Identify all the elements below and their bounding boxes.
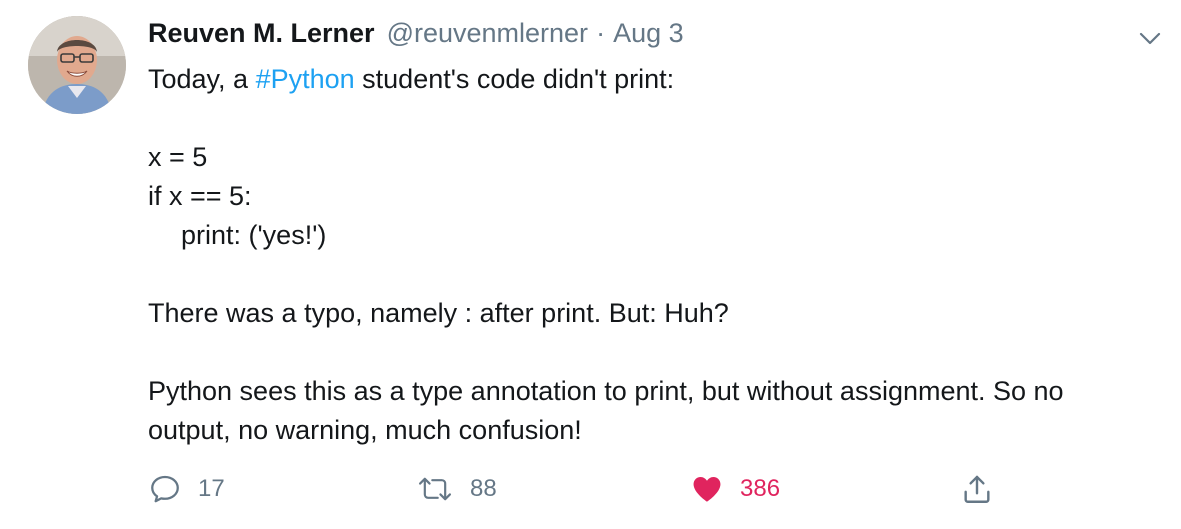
tweet-header: Reuven M. Lerner @reuvenmlerner · Aug 3 xyxy=(148,18,684,54)
reply-icon xyxy=(151,475,179,503)
author-handle[interactable]: @reuvenmlerner xyxy=(387,18,589,49)
heart-icon xyxy=(693,476,721,502)
share-icon xyxy=(964,475,990,503)
reply-count: 17 xyxy=(198,475,225,502)
code-line: print: ('yes!') xyxy=(181,220,327,250)
avatar-image xyxy=(28,16,126,114)
code-line: x = 5 xyxy=(148,142,208,172)
reply-button[interactable]: 17 xyxy=(148,468,225,510)
retweet-button[interactable]: 88 xyxy=(416,468,497,510)
retweet-count: 88 xyxy=(470,475,497,502)
like-count: 386 xyxy=(740,475,781,502)
tweet: Reuven M. Lerner @reuvenmlerner · Aug 3 … xyxy=(0,0,1181,529)
text-line: There was a typo, namely : after print. … xyxy=(148,298,729,328)
tweet-date[interactable]: Aug 3 xyxy=(613,18,684,49)
share-button[interactable] xyxy=(960,468,994,510)
retweet-icon xyxy=(418,477,452,501)
text-line: Python sees this as a type annotation to… xyxy=(148,376,1064,406)
like-button[interactable]: 386 xyxy=(690,468,780,510)
more-options-button[interactable] xyxy=(1136,24,1164,52)
text-line: output, no warning, much confusion! xyxy=(148,415,582,445)
code-line: if x == 5: xyxy=(148,181,252,211)
action-bar: 17 88 386 xyxy=(148,468,1168,510)
author-name[interactable]: Reuven M. Lerner xyxy=(148,18,375,49)
chevron-down-icon xyxy=(1139,32,1161,45)
avatar[interactable] xyxy=(28,16,126,114)
text-line: Today, a #Python student's code didn't p… xyxy=(148,64,675,94)
tweet-text: Today, a #Python student's code didn't p… xyxy=(148,60,1168,450)
hashtag-link[interactable]: #Python xyxy=(256,64,355,94)
separator: · xyxy=(596,18,606,48)
